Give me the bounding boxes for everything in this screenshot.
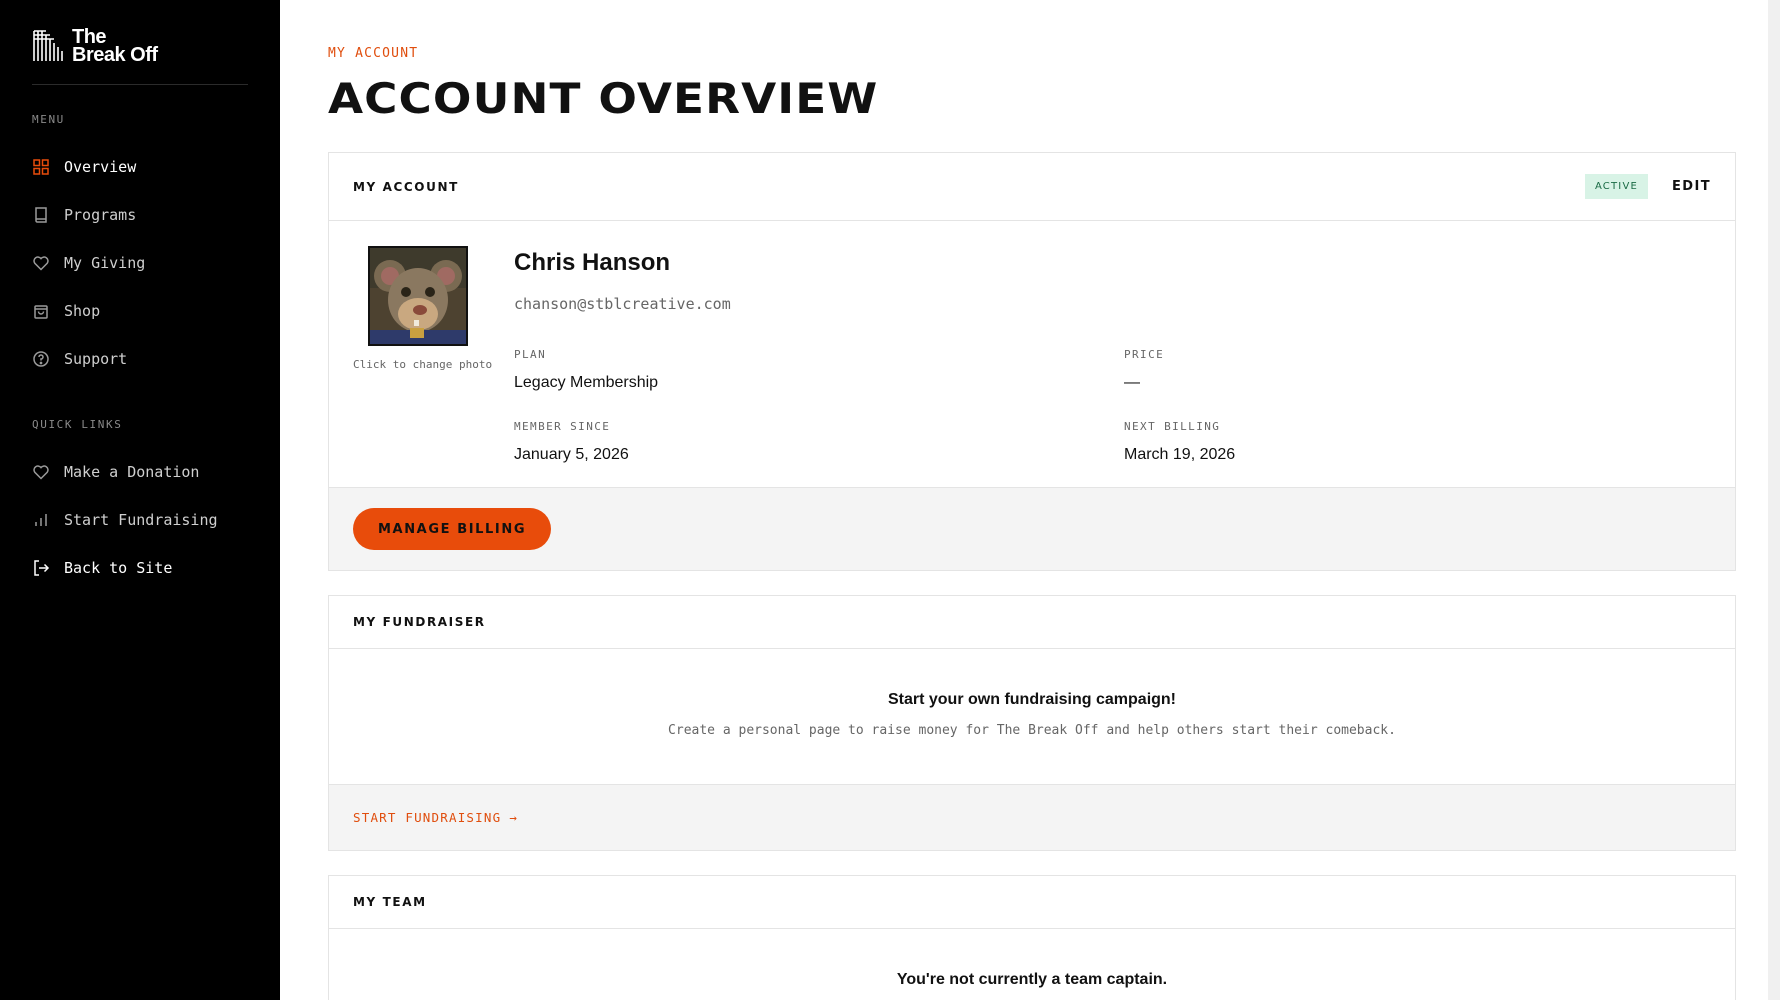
- edit-button[interactable]: EDIT: [1672, 179, 1711, 194]
- page-scrollbar[interactable]: [1768, 0, 1780, 1000]
- account-card-title: MY ACCOUNT: [353, 179, 459, 194]
- exit-icon: [32, 559, 50, 577]
- member-since-label: MEMBER SINCE: [514, 420, 611, 433]
- fundraiser-card-header: MY FUNDRAISER: [329, 596, 1735, 649]
- price-label: PRICE: [1124, 348, 1165, 361]
- quick-links-section-label: QUICK LINKS: [32, 418, 123, 431]
- team-card: MY TEAM You're not currently a team capt…: [328, 875, 1736, 1000]
- help-circle-icon: [32, 350, 50, 368]
- start-fundraising-link[interactable]: START FUNDRAISING →: [353, 810, 518, 825]
- team-card-title: MY TEAM: [353, 895, 427, 909]
- fundraiser-card: MY FUNDRAISER Start your own fundraising…: [328, 595, 1736, 851]
- sidebar-item-my-giving[interactable]: My Giving: [32, 254, 145, 272]
- plan-label: PLAN: [514, 348, 547, 361]
- team-card-body: You're not currently a team captain.: [329, 929, 1735, 989]
- sidebar-item-label: Overview: [64, 158, 137, 176]
- sidebar-item-overview[interactable]: Overview: [32, 158, 136, 176]
- sidebar-item-label: Support: [64, 350, 128, 368]
- account-card-footer: MANAGE BILLING: [329, 487, 1735, 570]
- quick-link-make-donation[interactable]: Make a Donation: [32, 463, 199, 481]
- sidebar-item-shop[interactable]: Shop: [32, 302, 100, 320]
- manage-billing-button[interactable]: MANAGE BILLING: [353, 508, 552, 550]
- grid-icon: [32, 158, 50, 176]
- sidebar-item-support[interactable]: Support: [32, 350, 127, 368]
- sidebar-item-label: My Giving: [64, 254, 146, 272]
- price-value: —: [1124, 374, 1140, 391]
- quick-link-label: Make a Donation: [64, 463, 200, 481]
- account-card-actions: ACTIVE EDIT: [1584, 174, 1711, 199]
- fundraiser-description: Create a personal page to raise money fo…: [668, 723, 1396, 738]
- plan-value: Legacy Membership: [514, 374, 659, 391]
- bag-icon: [32, 302, 50, 320]
- logo-mark-icon: [32, 29, 66, 63]
- brand-name: The Break Off: [72, 27, 158, 66]
- next-billing-value: March 19, 2026: [1124, 446, 1236, 463]
- sidebar: The Break Off MENU Overview Programs My …: [0, 0, 280, 1000]
- arrow-right-icon: →: [509, 810, 519, 825]
- fundraiser-headline: Start your own fundraising campaign!: [887, 691, 1177, 708]
- brand-name-line2: Break Off: [72, 44, 158, 66]
- fundraiser-card-footer: START FUNDRAISING →: [329, 784, 1735, 850]
- page-title: ACCOUNT OVERVIEW: [328, 74, 879, 123]
- fundraiser-card-body: Start your own fundraising campaign! Cre…: [329, 649, 1735, 784]
- quick-link-label: Start Fundraising: [64, 511, 218, 529]
- heart-icon: [32, 254, 50, 272]
- bar-chart-icon: [32, 511, 50, 529]
- account-card-body: Click to change photo Chris Hanson chans…: [329, 221, 1735, 487]
- quick-link-start-fundraising[interactable]: Start Fundraising: [32, 511, 218, 529]
- next-billing-label: NEXT BILLING: [1124, 420, 1221, 433]
- sidebar-item-programs[interactable]: Programs: [32, 206, 136, 224]
- team-card-header: MY TEAM: [329, 876, 1735, 929]
- heart-icon: [32, 463, 50, 481]
- fundraiser-card-title: MY FUNDRAISER: [353, 615, 486, 629]
- account-card-header: MY ACCOUNT ACTIVE EDIT: [329, 153, 1735, 221]
- member-since-value: January 5, 2026: [514, 446, 629, 463]
- sidebar-item-label: Shop: [64, 302, 101, 320]
- sidebar-divider: [32, 84, 248, 85]
- quick-link-label: Back to Site: [64, 559, 173, 577]
- brand-logo[interactable]: The Break Off: [32, 27, 158, 66]
- avatar[interactable]: [368, 246, 468, 346]
- menu-section-label: MENU: [32, 113, 65, 126]
- breadcrumb[interactable]: MY ACCOUNT: [328, 46, 418, 61]
- book-icon: [32, 206, 50, 224]
- sidebar-item-label: Programs: [64, 206, 137, 224]
- quick-link-back-to-site[interactable]: Back to Site: [32, 559, 172, 577]
- user-email: chanson@stblcreative.com: [514, 295, 731, 313]
- start-fundraising-label: START FUNDRAISING: [353, 810, 502, 825]
- avatar-image: [370, 248, 466, 344]
- user-name: Chris Hanson: [514, 249, 671, 276]
- team-headline: You're not currently a team captain.: [896, 971, 1168, 988]
- account-card: MY ACCOUNT ACTIVE EDIT Click to change p…: [328, 152, 1736, 571]
- avatar-caption[interactable]: Click to change photo: [353, 358, 492, 371]
- status-badge: ACTIVE: [1584, 174, 1649, 199]
